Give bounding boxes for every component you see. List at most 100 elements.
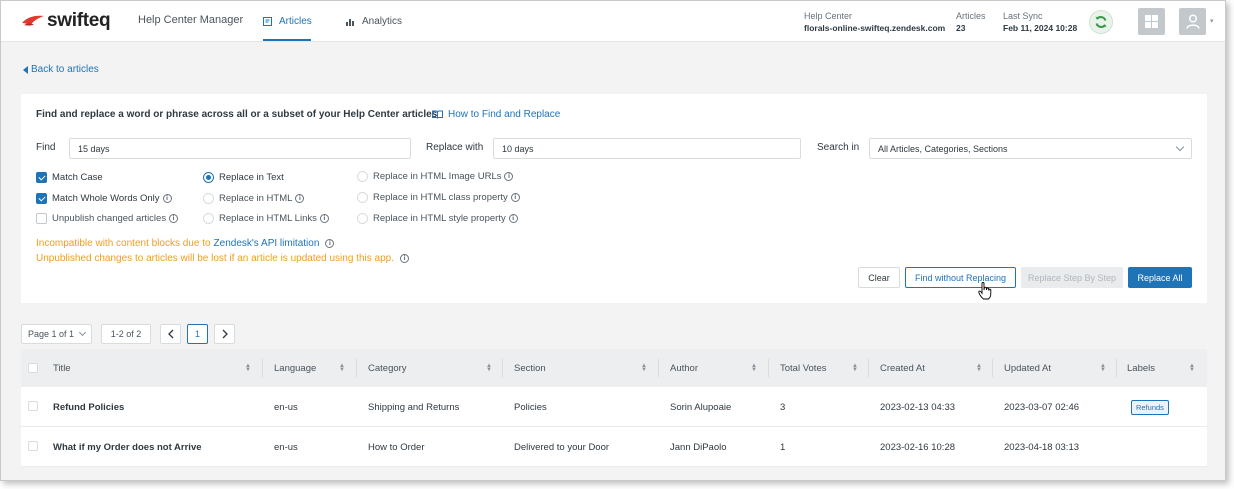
page-1-button[interactable]: 1 bbox=[187, 324, 208, 344]
column-header-labels[interactable]: Labels bbox=[1127, 349, 1155, 387]
column-header-total-votes[interactable]: Total Votes bbox=[780, 349, 826, 387]
unpublished-changes-warning: Unpublished changes to articles will be … bbox=[36, 253, 409, 264]
article-updated-at: 2023-03-07 02:46 bbox=[1004, 401, 1080, 413]
chevron-down-icon[interactable]: ▾ bbox=[1210, 17, 1214, 25]
sort-icon[interactable]: ▲ ▼ bbox=[1189, 363, 1195, 373]
table-row[interactable]: Refund Policies en-us Shipping and Retur… bbox=[21, 387, 1207, 427]
radio-unselected-icon bbox=[357, 192, 368, 203]
row-checkbox[interactable] bbox=[28, 441, 38, 451]
content-blocks-warning-text: Incompatible with content blocks due to bbox=[36, 238, 211, 249]
info-icon[interactable]: i bbox=[162, 194, 172, 203]
radio-selected-icon bbox=[203, 172, 214, 183]
user-avatar-button[interactable] bbox=[1179, 8, 1206, 35]
article-icon bbox=[263, 17, 272, 26]
match-whole-words-checkbox[interactable]: Match Whole Words Only i bbox=[36, 193, 172, 204]
apps-menu-button[interactable] bbox=[1138, 8, 1165, 35]
app-window: swifteq Help Center Manager Articles Ana… bbox=[0, 0, 1226, 481]
article-title[interactable]: Refund Policies bbox=[53, 387, 124, 427]
articles-table: Title ▲ ▼ Language ▲ ▼ Category ▲ ▼ Section… bbox=[21, 349, 1207, 467]
info-icon[interactable]: i bbox=[295, 194, 305, 203]
clear-button[interactable]: Clear bbox=[858, 267, 900, 288]
replace-in-html-radio[interactable]: Replace in HTML i bbox=[203, 193, 305, 204]
checkbox-checked-icon bbox=[36, 172, 47, 183]
replace-with-label: Replace with bbox=[426, 142, 484, 153]
replace-in-html-image-urls-radio[interactable]: Replace in HTML Image URLs i bbox=[357, 171, 514, 182]
swifteq-logo-icon bbox=[22, 15, 44, 26]
sort-icon[interactable]: ▲ ▼ bbox=[852, 363, 858, 373]
info-icon[interactable]: i bbox=[325, 239, 335, 248]
tab-analytics[interactable]: Analytics bbox=[346, 16, 402, 27]
article-title[interactable]: What if my Order does not Arrive bbox=[53, 427, 202, 467]
search-in-value: All Articles, Categories, Sections bbox=[878, 143, 1008, 154]
book-icon bbox=[432, 110, 443, 119]
replace-in-text-radio[interactable]: Replace in Text bbox=[203, 172, 284, 183]
info-icon[interactable]: i bbox=[510, 193, 520, 202]
column-divider bbox=[262, 359, 263, 377]
chevron-down-icon bbox=[1175, 142, 1185, 152]
replace-in-html-label: Replace in HTML bbox=[219, 193, 293, 204]
sort-icon[interactable]: ▲ ▼ bbox=[751, 363, 757, 373]
zendesk-api-limitation-link[interactable]: Zendesk's API limitation bbox=[214, 238, 320, 249]
search-in-select[interactable]: All Articles, Categories, Sections bbox=[869, 138, 1192, 159]
help-center-info: Help Center florals-online-swifteq.zende… bbox=[804, 10, 945, 34]
info-icon[interactable]: i bbox=[399, 254, 409, 263]
find-without-replacing-button[interactable]: Find without Replacing bbox=[905, 267, 1016, 288]
page-select[interactable]: Page 1 of 1 bbox=[21, 324, 92, 344]
row-checkbox[interactable] bbox=[28, 401, 38, 411]
checkbox-unchecked-icon bbox=[36, 213, 47, 224]
column-header-created-at[interactable]: Created At bbox=[880, 349, 925, 387]
previous-page-button[interactable] bbox=[160, 324, 181, 344]
back-to-articles-link[interactable]: Back to articles bbox=[23, 64, 99, 75]
article-author: Sorin Alupoaie bbox=[670, 401, 732, 413]
column-header-updated-at[interactable]: Updated At bbox=[1004, 349, 1051, 387]
replace-all-button[interactable]: Replace All bbox=[1128, 267, 1192, 288]
column-header-title[interactable]: Title bbox=[53, 349, 71, 387]
sort-icon[interactable]: ▲ ▼ bbox=[486, 363, 492, 373]
next-page-button[interactable] bbox=[214, 324, 235, 344]
how-to-link[interactable]: How to Find and Replace bbox=[432, 109, 560, 120]
replace-in-html-links-label: Replace in HTML Links bbox=[219, 213, 317, 224]
replace-in-html-image-urls-label: Replace in HTML Image URLs bbox=[373, 171, 502, 182]
chevron-left-icon bbox=[167, 329, 173, 339]
info-icon[interactable]: i bbox=[169, 214, 179, 223]
column-header-language[interactable]: Language bbox=[274, 349, 316, 387]
replace-step-by-step-button[interactable]: Replace Step By Step bbox=[1021, 267, 1123, 288]
article-section: Delivered to your Door bbox=[514, 441, 610, 453]
column-header-author[interactable]: Author bbox=[670, 349, 698, 387]
help-center-domain: florals-online-swifteq.zendesk.com bbox=[804, 23, 946, 33]
column-divider bbox=[992, 359, 993, 377]
unpublish-changed-checkbox[interactable]: Unpublish changed articles i bbox=[36, 213, 179, 224]
replace-in-html-class-radio[interactable]: Replace in HTML class property i bbox=[357, 192, 520, 203]
tab-articles[interactable]: Articles bbox=[263, 16, 312, 27]
sort-icon[interactable]: ▲ ▼ bbox=[641, 363, 647, 373]
column-header-category[interactable]: Category bbox=[368, 349, 407, 387]
tab-articles-label: Articles bbox=[279, 16, 312, 27]
top-bar: swifteq Help Center Manager Articles Ana… bbox=[1, 1, 1225, 42]
column-divider bbox=[356, 359, 357, 377]
match-case-label: Match Case bbox=[52, 172, 103, 183]
info-icon[interactable]: i bbox=[319, 214, 329, 223]
article-category: How to Order bbox=[368, 441, 425, 453]
swifteq-logo[interactable]: swifteq bbox=[21, 10, 111, 32]
chevron-right-icon bbox=[222, 329, 228, 339]
column-header-section[interactable]: Section bbox=[514, 349, 546, 387]
label-badge[interactable]: Refunds bbox=[1131, 399, 1169, 415]
table-row[interactable]: What if my Order does not Arrive en-us H… bbox=[21, 427, 1207, 467]
info-icon[interactable]: i bbox=[504, 172, 514, 181]
sort-icon[interactable]: ▲ ▼ bbox=[976, 363, 982, 373]
info-icon[interactable]: i bbox=[508, 214, 518, 223]
sort-icon[interactable]: ▲ ▼ bbox=[339, 363, 345, 373]
sync-button[interactable] bbox=[1089, 10, 1113, 34]
find-label: Find bbox=[36, 142, 56, 153]
replace-with-input[interactable] bbox=[493, 138, 801, 159]
match-case-checkbox[interactable]: Match Case bbox=[36, 172, 103, 183]
sort-icon[interactable]: ▲ ▼ bbox=[245, 363, 251, 373]
active-tab-indicator bbox=[263, 39, 311, 41]
replace-in-html-style-radio[interactable]: Replace in HTML style property i bbox=[357, 213, 518, 224]
replace-in-text-label: Replace in Text bbox=[219, 172, 284, 183]
find-input[interactable] bbox=[69, 138, 411, 159]
last-sync-label: Last Sync bbox=[1003, 11, 1043, 21]
replace-in-html-links-radio[interactable]: Replace in HTML Links i bbox=[203, 213, 329, 224]
select-all-checkbox[interactable] bbox=[28, 363, 38, 373]
sort-icon[interactable]: ▲ ▼ bbox=[1100, 363, 1106, 373]
